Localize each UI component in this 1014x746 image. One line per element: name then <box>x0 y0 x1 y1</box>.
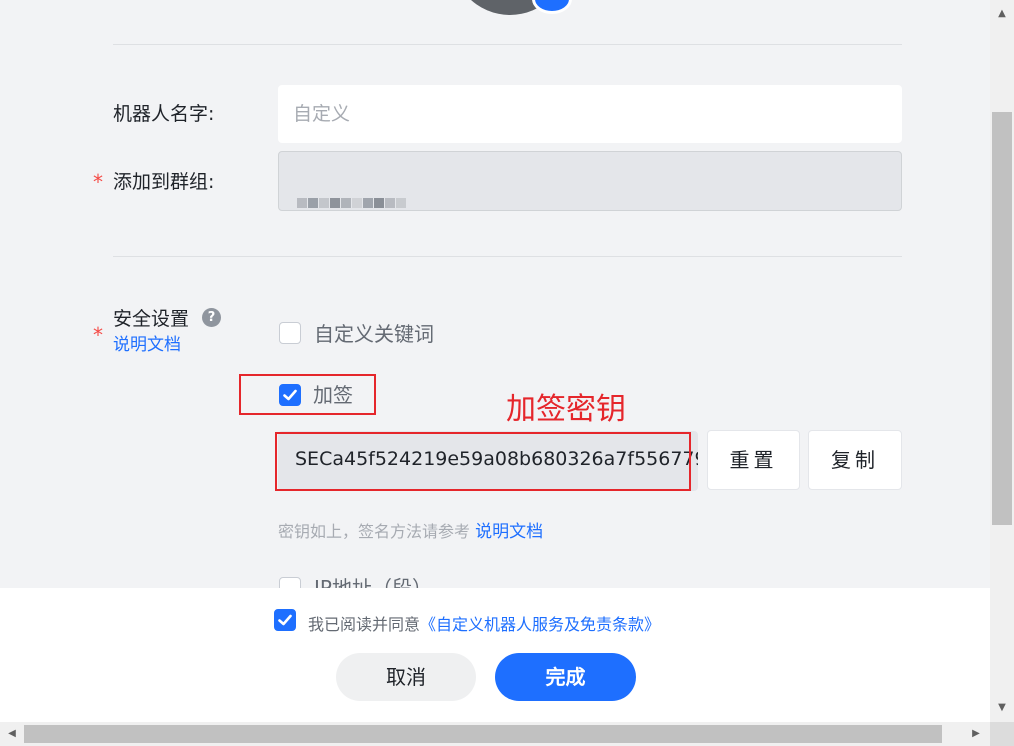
security-doc-link[interactable]: 说明文档 <box>113 330 181 355</box>
sign-highlight-box <box>239 374 376 415</box>
ip-checkbox[interactable] <box>279 577 301 588</box>
help-circle-icon[interactable]: ? <box>202 308 221 327</box>
group-label: 添加到群组: <box>113 171 215 193</box>
signature-doc-link[interactable]: 说明文档 <box>475 522 543 542</box>
section-divider-top <box>113 44 902 45</box>
scroll-down-arrow-icon[interactable]: ▼ <box>992 698 1012 718</box>
required-mark: * <box>93 170 103 194</box>
secret-annotation: 加签密钥 <box>506 392 626 427</box>
checkmark-icon <box>283 389 297 401</box>
horizontal-scroll-thumb[interactable] <box>24 725 942 743</box>
avatar-edit-badge[interactable] <box>532 0 572 14</box>
terms-link[interactable]: 《自定义机器人服务及免责条款》 <box>420 615 660 634</box>
robot-name-label: 机器人名字: <box>113 103 215 125</box>
required-mark-security: * <box>93 323 103 347</box>
done-button[interactable]: 完成 <box>495 653 636 701</box>
scroll-right-arrow-icon[interactable]: ▶ <box>966 724 986 744</box>
ip-option-label: IP地址（段） <box>314 576 432 588</box>
robot-name-input[interactable]: 自定义 <box>278 85 902 143</box>
keyword-checkbox[interactable] <box>279 322 301 344</box>
agree-text: 我已阅读并同意 <box>308 615 421 634</box>
agree-statement: 我已阅读并同意《自定义机器人服务及免责条款》 <box>308 611 660 635</box>
vertical-scroll-thumb[interactable] <box>992 112 1012 525</box>
checkmark-icon <box>278 614 292 626</box>
security-label: 安全设置 <box>113 308 190 330</box>
cancel-button[interactable]: 取消 <box>336 653 476 701</box>
keyword-option-label: 自定义关键词 <box>314 322 434 346</box>
scrollbar-corner <box>990 722 1014 746</box>
secret-hint: 密钥如上，签名方法请参考 说明文档 <box>278 517 543 542</box>
section-divider-middle <box>113 256 902 257</box>
scroll-up-arrow-icon[interactable]: ▲ <box>992 4 1012 24</box>
secret-hint-text: 密钥如上，签名方法请参考 <box>278 522 471 541</box>
secret-highlight-box <box>275 432 691 491</box>
agree-checkbox[interactable] <box>274 609 296 631</box>
sign-checkbox[interactable] <box>279 384 301 406</box>
blurred-group-name <box>297 174 407 230</box>
copy-button[interactable]: 复制 <box>808 430 902 490</box>
dialog-footer <box>0 588 990 723</box>
sign-option-label: 加签 <box>313 383 353 407</box>
group-select <box>278 151 902 211</box>
scroll-left-arrow-icon[interactable]: ◀ <box>2 724 22 744</box>
ip-option-clip: IP地址（段） <box>0 560 990 588</box>
reset-button[interactable]: 重置 <box>707 430 800 490</box>
